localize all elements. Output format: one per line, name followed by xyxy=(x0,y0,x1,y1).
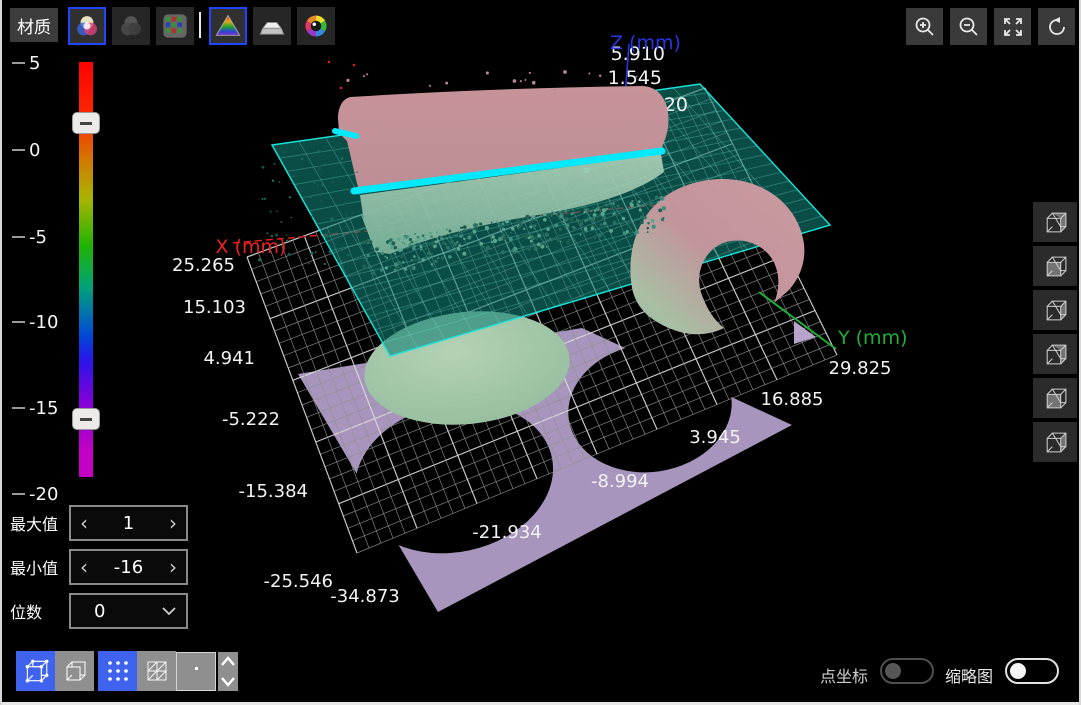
refresh-button[interactable] xyxy=(1038,8,1075,45)
dots-grid-icon xyxy=(105,658,131,684)
digits-label: 位数 xyxy=(10,599,66,623)
color-wheel-icon xyxy=(302,12,330,40)
z-axis-label: Z (mm) xyxy=(610,32,681,54)
z-tick-1: 1.545 xyxy=(608,67,662,89)
view-left-button[interactable] xyxy=(1033,334,1077,374)
gray-pyramid-button[interactable] xyxy=(253,7,291,45)
bayer-grid-button[interactable] xyxy=(156,7,194,45)
svg-text:15.103: 15.103 xyxy=(183,297,246,318)
zoom-out-icon xyxy=(957,15,981,39)
svg-text:4.941: 4.941 xyxy=(203,348,255,369)
min-value: -16 xyxy=(88,557,169,578)
fit-view-button[interactable] xyxy=(994,8,1031,45)
svg-text:-5.222: -5.222 xyxy=(222,409,280,430)
view-front-button[interactable] xyxy=(1033,246,1077,286)
min-value-stepper[interactable]: ‹ -16 › xyxy=(69,549,188,585)
max-value-stepper[interactable]: ‹ 1 › xyxy=(69,505,188,541)
view-cube-icon xyxy=(1042,209,1069,236)
rgb-circles-button[interactable] xyxy=(68,7,106,45)
view-top-button[interactable] xyxy=(1033,290,1077,330)
bayer-grid-icon xyxy=(161,12,189,40)
show-solid-button[interactable] xyxy=(55,651,94,691)
view-back-button[interactable] xyxy=(1033,422,1077,462)
toggle-knob xyxy=(885,663,901,679)
point-size-preview[interactable] xyxy=(176,652,216,691)
chevron-down-icon xyxy=(161,606,177,616)
point-cloud-viewer-window: 5.910 1.545 -2.820 X (mm) Y (mm) Z (mm) … xyxy=(0,0,1081,705)
view-cube-icon xyxy=(1042,297,1069,324)
refresh-icon xyxy=(1045,15,1069,39)
decrement-icon[interactable]: ‹ xyxy=(80,557,88,577)
digits-dropdown[interactable]: 0 xyxy=(69,593,188,629)
svg-text:-25.546: -25.546 xyxy=(264,571,333,592)
svg-text:29.825: 29.825 xyxy=(829,358,892,379)
gray-circles-icon xyxy=(117,12,145,40)
svg-text:25.265: 25.265 xyxy=(172,255,235,276)
cube-icon xyxy=(62,658,88,684)
view-bottom-button[interactable] xyxy=(1033,378,1077,418)
colorbar-max-handle[interactable] xyxy=(72,112,100,134)
min-value-label: 最小值 xyxy=(10,555,66,579)
toggle-knob xyxy=(1010,663,1026,679)
gray-circles-button[interactable] xyxy=(112,7,150,45)
mesh-grid-button[interactable] xyxy=(137,651,176,691)
svg-text:-8.994: -8.994 xyxy=(591,471,649,492)
increment-icon[interactable]: › xyxy=(169,513,177,533)
svg-text:3.945: 3.945 xyxy=(689,427,741,448)
increment-icon[interactable]: › xyxy=(169,557,177,577)
chevron-up-icon[interactable] xyxy=(220,656,236,667)
rainbow-pyramid-icon xyxy=(214,12,242,40)
rainbow-pyramid-button[interactable] xyxy=(209,7,247,45)
digits-value: 0 xyxy=(80,601,161,622)
gray-pyramid-icon xyxy=(258,12,286,40)
zoom-in-icon xyxy=(913,15,937,39)
thumbnail-toggle[interactable] xyxy=(1005,658,1059,684)
mesh-grid-icon xyxy=(144,658,170,684)
material-button[interactable]: 材质 xyxy=(10,8,58,42)
colorbar-min-handle[interactable] xyxy=(72,408,100,430)
max-value-label: 最大值 xyxy=(10,511,66,535)
view-cube-icon xyxy=(1042,385,1069,412)
view-cube-icon xyxy=(1042,341,1069,368)
max-value: 1 xyxy=(88,513,169,534)
point-size-stepper[interactable] xyxy=(218,652,238,691)
svg-text:-34.873: -34.873 xyxy=(330,586,399,607)
view-cube-icon xyxy=(1042,253,1069,280)
dots-grid-button[interactable] xyxy=(98,651,137,691)
chevron-down-icon[interactable] xyxy=(220,676,236,687)
color-wheel-button[interactable] xyxy=(297,7,335,45)
y-axis-label: Y (mm) xyxy=(837,327,908,349)
view-cube-icon xyxy=(1042,429,1069,456)
decrement-icon[interactable]: ‹ xyxy=(80,513,88,533)
show-points-button[interactable] xyxy=(16,651,55,691)
fit-view-icon xyxy=(1001,15,1025,39)
point-size-dot xyxy=(195,667,198,670)
svg-text:-21.934: -21.934 xyxy=(472,522,541,543)
zoom-in-button[interactable] xyxy=(906,8,943,45)
zoom-out-button[interactable] xyxy=(950,8,987,45)
svg-text:-15.384: -15.384 xyxy=(239,481,308,502)
rgb-circles-icon xyxy=(73,12,101,40)
view-right-button[interactable] xyxy=(1033,202,1077,242)
point-coord-label: 点坐标 xyxy=(820,663,868,687)
thumbnail-label: 缩略图 xyxy=(945,663,993,687)
cube-points-icon xyxy=(22,657,50,685)
svg-text:16.885: 16.885 xyxy=(761,389,824,410)
point-coord-toggle[interactable] xyxy=(880,658,934,684)
toolbar-separator xyxy=(199,12,201,38)
